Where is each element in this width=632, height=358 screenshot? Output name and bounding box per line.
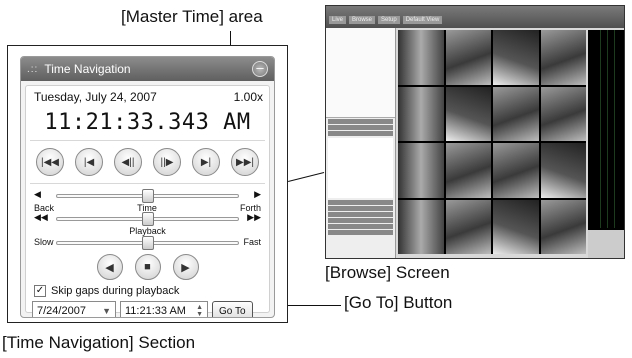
divider (30, 183, 265, 184)
camera-tile[interactable] (445, 143, 491, 198)
panel-header: .:: Time Navigation – (21, 57, 274, 81)
browse-tab[interactable]: Live (329, 16, 347, 24)
time-slider[interactable] (56, 189, 239, 203)
camera-tile[interactable] (398, 30, 444, 85)
camera-tile[interactable] (493, 199, 539, 254)
time-navigation-panel: .:: Time Navigation – Tuesday, July 24, … (20, 56, 275, 318)
skip-start-icon: |◀◀ (41, 156, 59, 168)
camera-tile[interactable] (493, 143, 539, 198)
step-forward-icon: ||▶ (160, 156, 174, 168)
camera-tile[interactable] (398, 199, 444, 254)
goto-date-value: 7/24/2007 (37, 305, 86, 317)
checkmark-icon: ✓ (35, 285, 45, 296)
camera-tile[interactable] (493, 86, 539, 141)
skip-to-start-button[interactable]: |◀◀ (36, 148, 64, 176)
current-date: Tuesday, July 24, 2007 (34, 90, 157, 104)
step-back-button[interactable]: ◀|| (114, 148, 142, 176)
playback-controls: ◀ ■ ▶ (26, 254, 269, 280)
camera-grid (398, 30, 586, 254)
playback-speed: 1.00x (233, 90, 263, 104)
reverse-play-icon: ◀ (105, 261, 114, 274)
skip-gaps-row: ✓ Skip gaps during playback (26, 280, 269, 297)
camera-tile[interactable] (540, 143, 586, 198)
browse-tree (326, 28, 395, 118)
previous-icon: |◀ (83, 156, 95, 168)
figure: [Master Time] area [Browse] Screen [Go T… (0, 0, 632, 358)
master-time-clock: 11:21:33.343 AM (44, 110, 251, 135)
right-arrow-icon: ▶ (254, 189, 261, 199)
playback-speed-thumb[interactable] (141, 236, 154, 250)
transport-buttons: |◀◀ |◀ ◀|| ||▶ ▶| ▶▶| (26, 146, 269, 178)
camera-tile[interactable] (445, 30, 491, 85)
camera-tile[interactable] (398, 143, 444, 198)
fast-label: Fast (243, 237, 261, 247)
time-slider-thumb[interactable] (141, 189, 154, 203)
skip-gaps-checkbox[interactable]: ✓ (34, 285, 46, 297)
camera-tile[interactable] (540, 30, 586, 85)
camera-tile[interactable] (445, 199, 491, 254)
browse-tabs: Live Browse Setup Default View (329, 16, 443, 24)
master-time-area: Tuesday, July 24, 2007 1.00x 11:21:33.34… (25, 85, 270, 317)
minimize-button[interactable]: – (252, 61, 268, 77)
panel-title: Time Navigation (44, 62, 131, 76)
play-icon: ▶ (181, 261, 190, 274)
skip-gaps-label: Skip gaps during playback (51, 285, 180, 297)
browse-section-bars (326, 119, 395, 136)
grip-icon[interactable]: .:: (27, 64, 38, 75)
browse-tab[interactable]: Default View (402, 16, 443, 24)
master-time-callout: [Master Time] area (121, 7, 263, 26)
playback-slider-thumb-top[interactable] (141, 212, 154, 226)
left-arrow-icon: ◀ (34, 189, 41, 199)
camera-tile[interactable] (540, 199, 586, 254)
browse-tab[interactable]: Browse (349, 16, 376, 24)
previous-frame-button[interactable]: |◀ (75, 148, 103, 176)
chevron-down-icon[interactable]: ▼ (102, 306, 111, 316)
browse-time-nav-mini (328, 138, 393, 198)
browse-timeline-pane (588, 30, 624, 258)
goto-callout: [Go To] Button (344, 293, 453, 312)
goto-time-value: 11:21:33 AM (125, 305, 186, 317)
browse-screen-thumbnail: Live Browse Setup Default View (325, 5, 625, 259)
goto-time-field[interactable]: 11:21:33 AM ▲ ▼ (120, 301, 208, 317)
step-forward-button[interactable]: ||▶ (153, 148, 181, 176)
skip-end-icon: ▶▶| (236, 156, 254, 168)
fast-forward-icon: ▶▶ (247, 212, 261, 222)
section-callout: [Time Navigation] Section (2, 333, 196, 352)
camera-tile[interactable] (493, 30, 539, 85)
rewind-icon: ◀◀ (34, 212, 48, 222)
skip-to-end-button[interactable]: ▶▶| (231, 148, 259, 176)
browse-left-pane (326, 28, 396, 258)
camera-tile[interactable] (540, 86, 586, 141)
divider (30, 140, 265, 141)
stop-button[interactable]: ■ (134, 254, 161, 280)
browse-section-bars-lower (326, 200, 395, 235)
goto-date-picker[interactable]: 7/24/2007 ▼ (32, 301, 116, 317)
playback-speed-slider[interactable] (56, 236, 239, 250)
browse-toolbar: Live Browse Setup Default View (326, 6, 624, 28)
browse-leader (288, 172, 325, 182)
camera-tile[interactable] (445, 86, 491, 141)
next-icon: ▶| (200, 156, 212, 168)
play-button[interactable]: ▶ (172, 254, 199, 280)
browse-tab[interactable]: Setup (378, 16, 400, 24)
playback-slider-top[interactable] (56, 212, 239, 226)
reverse-play-button[interactable]: ◀ (96, 254, 123, 280)
next-frame-button[interactable]: ▶| (192, 148, 220, 176)
goto-row: 7/24/2007 ▼ 11:21:33 AM ▲ ▼ Go To (26, 297, 269, 317)
browse-callout: [Browse] Screen (325, 263, 450, 282)
goto-button[interactable]: Go To (212, 301, 253, 317)
slow-label: Slow (34, 237, 54, 247)
timeline-controls (588, 230, 624, 258)
camera-tile[interactable] (398, 86, 444, 141)
step-back-icon: ◀|| (121, 156, 135, 168)
timeline-graph (594, 30, 620, 228)
spinner-icon[interactable]: ▲ ▼ (196, 304, 203, 317)
stop-icon: ■ (144, 261, 151, 273)
